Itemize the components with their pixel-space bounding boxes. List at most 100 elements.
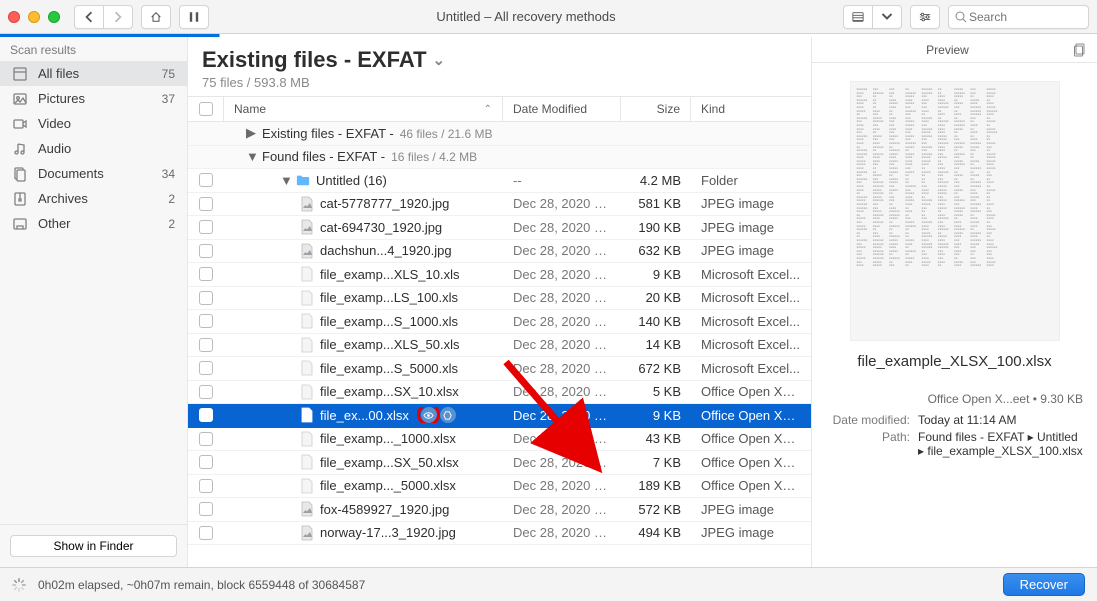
file-row[interactable]: file_examp...XLS_10.xlsDec 28, 2020 at..…	[188, 263, 811, 287]
file-kind: JPEG image	[691, 525, 811, 540]
copy-icon[interactable]	[1073, 43, 1087, 57]
group-meta: 16 files / 4.2 MB	[391, 150, 477, 164]
file-row[interactable]: file_examp...S_5000.xls Dec 28, 2020 at..…	[188, 357, 811, 381]
file-row[interactable]: norway-17...3_1920.jpgDec 28, 2020 at...…	[188, 522, 811, 546]
preview-meta: Office Open X...eet • 9.30 KB	[812, 370, 1097, 410]
back-button[interactable]	[74, 5, 103, 29]
file-kind: Office Open XM...	[691, 408, 811, 423]
row-checkbox[interactable]	[199, 479, 213, 493]
file-row[interactable]: file_examp...XLS_50.xlsDec 28, 2020 at..…	[188, 334, 811, 358]
file-date: Dec 28, 2020 at...	[503, 361, 621, 376]
file-row[interactable]: cat-5778777_1920.jpgDec 28, 2020 at...58…	[188, 193, 811, 217]
file-date: Dec 28, 2020 at...	[503, 455, 621, 470]
sidebar-item-archives[interactable]: Archives2	[0, 186, 187, 211]
minimize-window-button[interactable]	[28, 11, 40, 23]
row-checkbox[interactable]	[199, 361, 213, 375]
row-checkbox[interactable]	[199, 408, 213, 422]
search-box[interactable]	[948, 5, 1089, 29]
file-name: Untitled (16)	[316, 173, 387, 188]
file-row[interactable]: ▼Untitled (16)--4.2 MBFolder	[188, 169, 811, 193]
titlebar: Untitled – All recovery methods	[0, 0, 1097, 34]
file-row[interactable]: file_examp...SX_50.xlsxDec 28, 2020 at..…	[188, 451, 811, 475]
row-checkbox[interactable]	[199, 220, 213, 234]
recover-button[interactable]: Recover	[1003, 573, 1085, 596]
file-rows[interactable]: ▶Existing files - EXFAT - 46 files / 21.…	[188, 122, 811, 567]
group-row[interactable]: ▶Existing files - EXFAT - 46 files / 21.…	[188, 122, 811, 146]
file-row[interactable]: dachshun...4_1920.jpgDec 28, 2020 at...6…	[188, 240, 811, 264]
file-row[interactable]: file_examp..._5000.xlsxDec 28, 2020 at..…	[188, 475, 811, 499]
file-name: file_ex...00.xlsx	[320, 408, 409, 423]
settings-button[interactable]	[910, 5, 940, 29]
zoom-window-button[interactable]	[48, 11, 60, 23]
row-checkbox[interactable]	[199, 314, 213, 328]
row-checkbox[interactable]	[199, 502, 213, 516]
window-title: Untitled – All recovery methods	[217, 9, 835, 24]
file-icon	[300, 431, 314, 447]
row-checkbox[interactable]	[199, 244, 213, 258]
sidebar-item-count: 34	[162, 167, 175, 181]
file-icon	[300, 243, 314, 259]
file-date: Dec 28, 2020 at...	[503, 502, 621, 517]
row-checkbox[interactable]	[199, 267, 213, 281]
file-date: Dec 28, 2020 at...	[503, 525, 621, 540]
file-name: file_examp...LS_100.xls	[320, 290, 458, 305]
sidebar-item-pictures[interactable]: Pictures37	[0, 86, 187, 111]
file-kind: Microsoft Excel...	[691, 314, 811, 329]
preview-eye-icon[interactable]	[421, 407, 437, 423]
file-row[interactable]: file_examp..._1000.xlsxDec 28, 2020 at..…	[188, 428, 811, 452]
file-size: 9 KB	[621, 267, 691, 282]
row-checkbox[interactable]	[199, 338, 213, 352]
file-icon	[300, 501, 314, 517]
row-checkbox[interactable]	[199, 291, 213, 305]
file-row[interactable]: file_examp...LS_100.xlsDec 28, 2020 at..…	[188, 287, 811, 311]
group-row[interactable]: ▼ Found files - EXFAT - 16 files / 4.2 MB	[188, 146, 811, 170]
file-row[interactable]: cat-694730_1920.jpgDec 28, 2020 at...190…	[188, 216, 811, 240]
home-button[interactable]	[141, 5, 171, 29]
view-icons-button[interactable]	[843, 5, 872, 29]
preview-date-label: Date modified:	[826, 413, 910, 427]
chevron-down-icon[interactable]: ⌄	[433, 51, 446, 69]
row-checkbox[interactable]	[199, 432, 213, 446]
hex-view-icon[interactable]	[440, 407, 456, 423]
file-icon	[300, 219, 314, 235]
file-name: file_examp...SX_10.xlsx	[320, 384, 459, 399]
forward-button[interactable]	[103, 5, 133, 29]
file-name: file_examp...S_5000.xls	[320, 361, 458, 376]
header-checkbox[interactable]	[188, 97, 224, 121]
close-window-button[interactable]	[8, 11, 20, 23]
file-size: 190 KB	[621, 220, 691, 235]
sidebar-item-audio[interactable]: Audio	[0, 136, 187, 161]
row-checkbox[interactable]	[199, 455, 213, 469]
sidebar-item-documents[interactable]: Documents34	[0, 161, 187, 186]
file-date: Dec 28, 2020 at...	[503, 478, 621, 493]
file-row[interactable]: fox-4589927_1920.jpgDec 28, 2020 at...57…	[188, 498, 811, 522]
row-checkbox[interactable]	[199, 526, 213, 540]
file-row[interactable]: file_ex...00.xlsxDec 28, 2020 at...9 KBO…	[188, 404, 811, 428]
disclosure-triangle-icon[interactable]: ▼	[246, 149, 256, 164]
page-subtitle: 75 files / 593.8 MB	[202, 75, 797, 90]
header-size[interactable]: Size	[621, 97, 691, 121]
sidebar-item-other[interactable]: Other2	[0, 211, 187, 236]
row-checkbox[interactable]	[199, 173, 213, 187]
group-name: Found files - EXFAT -	[262, 149, 385, 164]
pictures-icon	[12, 91, 28, 107]
disclosure-triangle-icon[interactable]: ▼	[280, 173, 290, 188]
header-name[interactable]: Name⌃	[224, 97, 503, 121]
view-dropdown-button[interactable]	[872, 5, 902, 29]
show-in-finder-button[interactable]: Show in Finder	[10, 535, 177, 557]
file-row[interactable]: file_examp...S_1000.xlsDec 28, 2020 at..…	[188, 310, 811, 334]
header-kind[interactable]: Kind	[691, 97, 811, 121]
file-row[interactable]: file_examp...SX_10.xlsxDec 28, 2020 at..…	[188, 381, 811, 405]
search-input[interactable]	[967, 9, 1082, 25]
disclosure-triangle-icon[interactable]: ▶	[246, 125, 256, 141]
sidebar-item-all-files[interactable]: All files75	[0, 61, 187, 86]
file-date: Dec 28, 2020 at...	[503, 337, 621, 352]
header-date[interactable]: Date Modified	[503, 97, 621, 121]
row-checkbox[interactable]	[199, 197, 213, 211]
video-icon	[12, 116, 28, 132]
file-name: file_examp..._1000.xlsx	[320, 431, 456, 446]
sidebar-item-video[interactable]: Video	[0, 111, 187, 136]
file-name: cat-694730_1920.jpg	[320, 220, 442, 235]
row-checkbox[interactable]	[199, 385, 213, 399]
pause-button[interactable]	[179, 5, 209, 29]
